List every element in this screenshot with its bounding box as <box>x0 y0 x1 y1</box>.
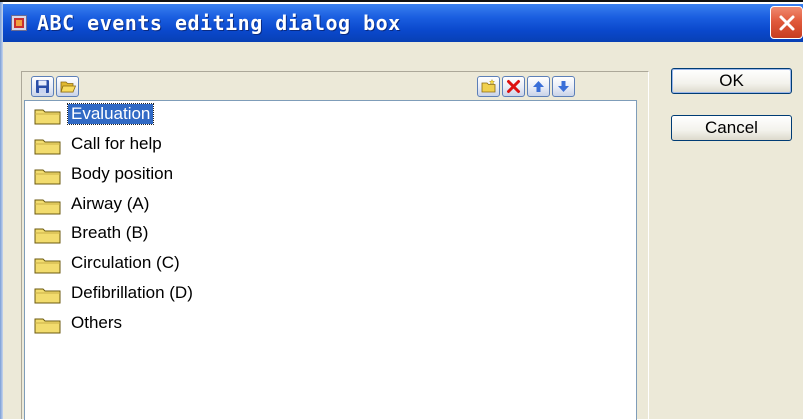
top-border-line <box>0 0 803 2</box>
tree-item-label: Body position <box>71 164 174 183</box>
folder-icon <box>34 318 61 334</box>
delete-icon <box>507 80 520 93</box>
delete-button[interactable] <box>502 76 525 97</box>
move-up-button[interactable] <box>527 76 550 97</box>
move-up-icon <box>533 81 544 92</box>
tree-item-label: Evaluation <box>66 103 155 125</box>
folder-icon <box>34 258 61 274</box>
save-icon <box>36 80 49 93</box>
folder-icon <box>34 199 61 215</box>
events-panel: Evaluation Call for help Body position A… <box>21 71 649 420</box>
folder-icon <box>34 169 61 185</box>
folder-icon <box>34 139 61 155</box>
tree-item-label: Airway (A) <box>71 194 150 213</box>
close-icon <box>779 15 795 31</box>
move-down-icon <box>558 81 569 92</box>
move-down-button[interactable] <box>552 76 575 97</box>
cancel-button[interactable]: Cancel <box>671 115 792 141</box>
tree-item-label: Call for help <box>71 134 162 153</box>
title-bar[interactable]: ABC events editing dialog box <box>3 4 803 42</box>
tree-item-label: Defibrillation (D) <box>71 283 193 302</box>
folder-icon <box>34 109 61 125</box>
app-icon <box>11 15 27 31</box>
tree-item-label: Breath (B) <box>71 223 149 242</box>
tree-item-label: Circulation (C) <box>71 253 180 272</box>
window-title: ABC events editing dialog box <box>37 11 401 35</box>
close-button[interactable] <box>770 6 803 39</box>
save-button[interactable] <box>31 76 54 97</box>
open-folder-icon <box>60 81 76 93</box>
open-folder-button[interactable] <box>56 76 79 97</box>
ok-button[interactable]: OK <box>671 68 792 94</box>
events-tree[interactable]: Evaluation Call for help Body position A… <box>24 100 637 420</box>
folder-icon <box>34 288 61 304</box>
dialog-client-area: Evaluation Call for help Body position A… <box>3 42 803 420</box>
folder-icon <box>34 228 61 244</box>
new-folder-icon <box>481 79 496 93</box>
new-folder-button[interactable] <box>477 76 500 97</box>
tree-item-label: Others <box>71 313 123 332</box>
